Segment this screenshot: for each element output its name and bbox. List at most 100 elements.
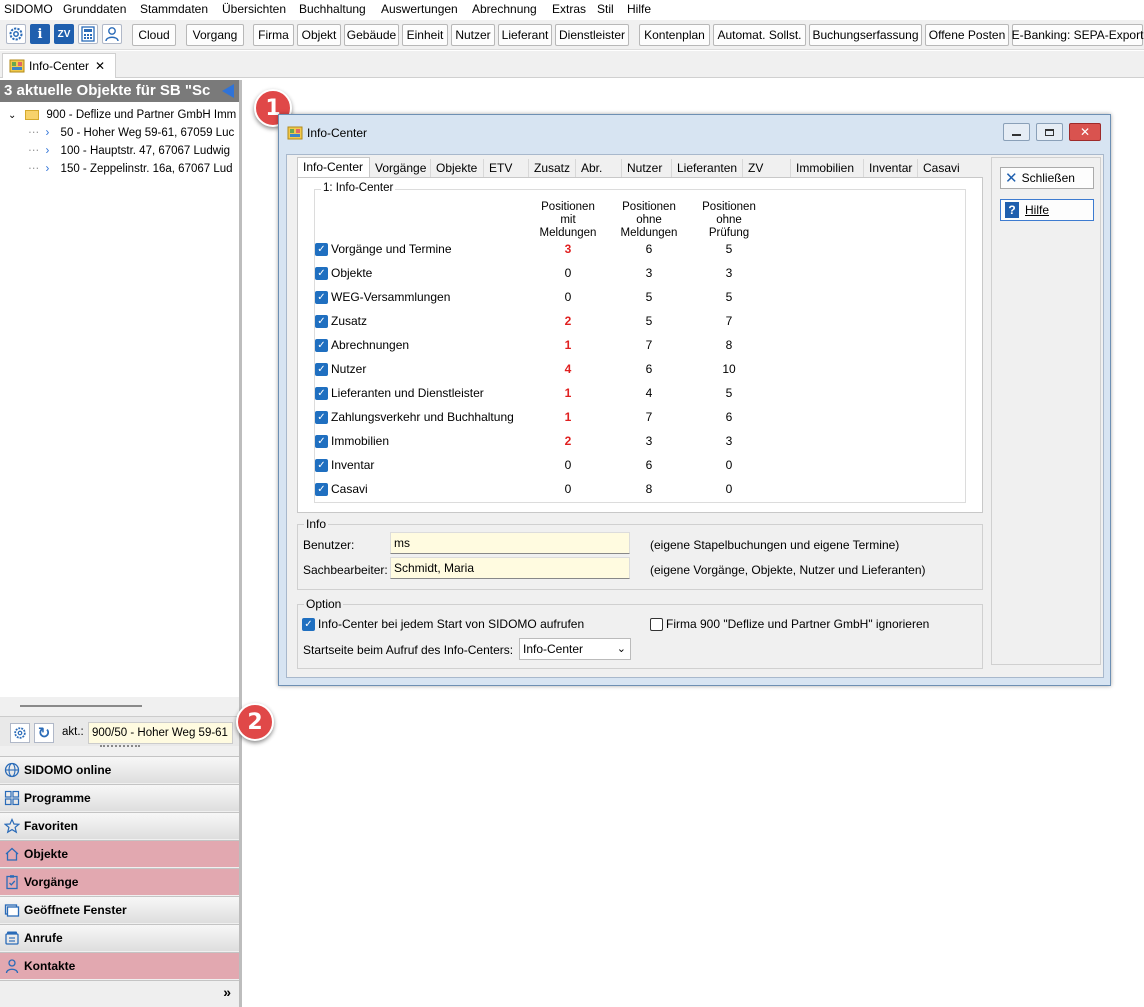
row-checkbox[interactable]: ✓ [315,363,328,376]
chevron-right-icon[interactable]: › [46,127,50,139]
start-checkbox-row[interactable]: ✓ Info-Center bei jedem Start von SIDOMO… [302,616,584,632]
info-center-row: ✓ Nutzer 4 6 10 [315,360,965,380]
close-button[interactable]: ✕ Schließen [1000,167,1094,189]
automat-sollst-button[interactable]: Automat. Sollst. [713,24,806,46]
menu-grunddaten[interactable]: Grunddaten [63,2,126,16]
more-chevron-icon[interactable]: » [223,984,231,1000]
startseite-select[interactable]: Info-Center ⌄ [519,638,631,660]
tab-zv[interactable]: ZV [743,159,791,178]
nav-geoeffnete-fenster[interactable]: Geöffnete Fenster [0,896,239,923]
menu-abrechnung[interactable]: Abrechnung [472,2,537,16]
menu-extras[interactable]: Extras [552,2,586,16]
dienstleister-button[interactable]: Dienstleister [555,24,629,46]
vorgang-button[interactable]: Vorgang [186,24,244,46]
tab-casavi[interactable]: Casavi [918,159,964,178]
menu-uebersichten[interactable]: Übersichten [222,2,286,16]
panel-title-text: 3 aktuelle Objekte für SB "Sc [4,82,211,99]
close-window-button[interactable]: ✕ [1069,123,1101,141]
horizontal-scrollbar[interactable] [20,705,142,707]
tab-lieferanten[interactable]: Lieferanten [672,159,743,178]
row-checkbox[interactable]: ✓ [315,339,328,352]
tab-info-center[interactable]: Info-Center [297,157,370,179]
panel-title: 3 aktuelle Objekte für SB "Sc [0,80,239,102]
kontenplan-button[interactable]: Kontenplan [639,24,710,46]
row-checkbox[interactable]: ✓ [315,291,328,304]
lieferant-button[interactable]: Lieferant [498,24,552,46]
ebanking-sepa-export-button[interactable]: E-Banking: SEPA-Export [1012,24,1143,46]
current-object-field[interactable]: 900/50 - Hoher Weg 59-61 [88,722,233,744]
zv-icon[interactable]: ZV [54,24,74,44]
tab-inventar[interactable]: Inventar [864,159,918,178]
calculator-icon[interactable] [78,24,98,44]
user-icon[interactable] [102,24,122,44]
menu-stammdaten[interactable]: Stammdaten [140,2,208,16]
row-count-mit: 0 [564,482,572,496]
row-checkbox[interactable]: ✓ [315,459,328,472]
row-checkbox[interactable]: ✓ [315,387,328,400]
minimize-button[interactable] [1003,123,1030,141]
info-center-row: ✓ Lieferanten und Dienstleister 1 4 5 [315,384,965,404]
row-checkbox[interactable]: ✓ [315,315,328,328]
buchungserfassung-button[interactable]: Buchungserfassung [809,24,922,46]
row-checkbox[interactable]: ✓ [315,411,328,424]
nutzer-button[interactable]: Nutzer [451,24,495,46]
menu-hilfe[interactable]: Hilfe [627,2,651,16]
nav-objekte[interactable]: Objekte [0,840,239,867]
tab-etv[interactable]: ETV [484,159,529,178]
splitter-grip[interactable] [100,745,140,747]
chevron-right-icon[interactable]: › [46,145,50,157]
tab-zusatz[interactable]: Zusatz [529,159,576,178]
callout-badge-2: 2 [236,703,274,741]
tree-item[interactable]: ⋯ › 150 - Zeppelinstr. 16a, 67067 Lud [28,160,233,178]
menu-auswertungen[interactable]: Auswertungen [381,2,458,16]
start-checkbox[interactable]: ✓ [302,617,315,631]
tab-info-center[interactable]: Info-Center ✕ [2,53,116,78]
chevron-right-icon[interactable]: › [46,163,50,175]
firma-button[interactable]: Firma [253,24,294,46]
tab-abr[interactable]: Abr. [576,159,622,178]
nav-sidomo-online[interactable]: SIDOMO online [0,756,239,783]
ignore-checkbox[interactable] [650,617,663,631]
ignore-checkbox-label: Firma 900 "Deflize und Partner GmbH" ign… [666,617,930,631]
nav-programme[interactable]: Programme [0,784,239,811]
help-button[interactable]: ? Hilfe [1000,199,1094,221]
menu-sidomo[interactable]: SIDOMO [4,2,53,16]
gebaeude-button[interactable]: Gebäude [344,24,399,46]
cloud-button[interactable]: Cloud [132,24,176,46]
offene-posten-button[interactable]: Offene Posten [925,24,1009,46]
info-icon[interactable]: i [30,24,50,44]
maximize-button[interactable] [1036,123,1063,141]
tab-immobilien[interactable]: Immobilien [791,159,864,178]
tree-root[interactable]: ⌄ 900 - Deflize und Partner GmbH Imm [8,106,236,124]
row-checkbox[interactable]: ✓ [315,243,328,256]
tab-vorgaenge[interactable]: Vorgänge [370,159,431,178]
settings-gear-icon[interactable] [10,723,30,743]
ignore-checkbox-row[interactable]: Firma 900 "Deflize und Partner GmbH" ign… [650,616,929,632]
tab-objekte[interactable]: Objekte [431,159,484,178]
collapse-arrow-icon[interactable] [222,84,234,98]
tree-item[interactable]: ⋯ › 100 - Hauptstr. 47, 67067 Ludwig [28,142,230,160]
nav-favoriten[interactable]: Favoriten [0,812,239,839]
row-checkbox[interactable]: ✓ [315,483,328,496]
nav-kontakte[interactable]: Kontakte [0,952,239,979]
row-checkbox[interactable]: ✓ [315,267,328,280]
close-icon: ✕ [1079,125,1091,139]
close-icon[interactable]: ✕ [95,59,105,73]
tab-nutzer[interactable]: Nutzer [622,159,672,178]
einheit-button[interactable]: Einheit [402,24,448,46]
objekt-button[interactable]: Objekt [297,24,341,46]
menu-stil[interactable]: Stil [597,2,614,16]
nav-label: Kontakte [24,959,76,973]
menu-buchhaltung[interactable]: Buchhaltung [299,2,366,16]
nav-anrufe[interactable]: Anrufe [0,924,239,951]
benutzer-field[interactable]: ms [390,532,630,554]
nav-vorgaenge[interactable]: Vorgänge [0,868,239,895]
tree-item[interactable]: ⋯ › 50 - Hoher Weg 59-61, 67059 Luc [28,124,234,142]
refresh-icon[interactable]: ↻ [34,723,54,743]
row-checkbox[interactable]: ✓ [315,435,328,448]
sachbearbeiter-field[interactable]: Schmidt, Maria [390,557,630,579]
dialog-titlebar[interactable]: Info-Center [287,125,367,141]
grid-icon [4,790,20,806]
chevron-down-icon[interactable]: ⌄ [8,107,18,125]
gear-icon[interactable] [6,24,26,44]
